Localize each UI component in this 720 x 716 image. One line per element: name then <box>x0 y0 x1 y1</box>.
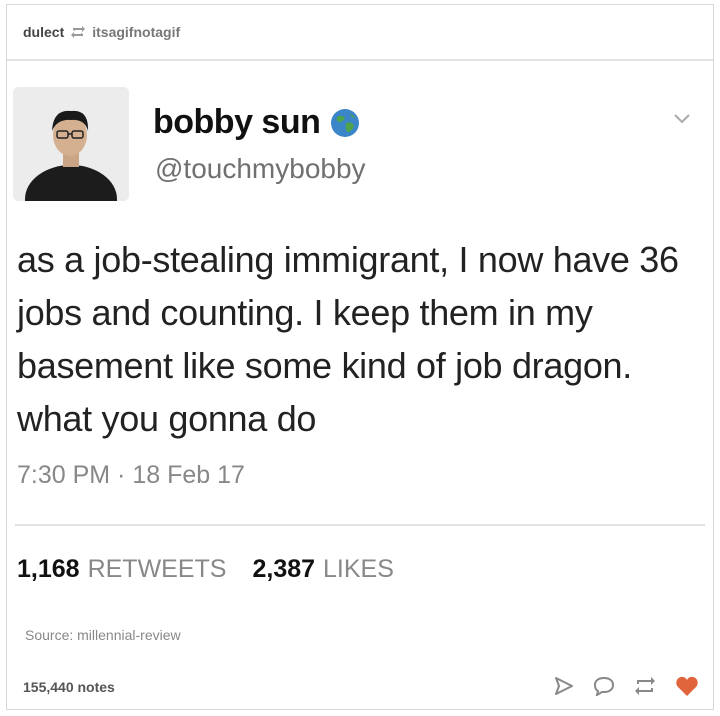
tweet-timestamp[interactable]: 7:30 PM · 18 Feb 17 <box>17 461 245 490</box>
retweets-label: RETWEETS <box>87 555 227 583</box>
tweet-stats: 1,168 RETWEETS 2,387 LIKES <box>17 555 420 584</box>
heart-icon[interactable] <box>675 675 699 697</box>
reblog-header: dulect itsagifnotagif <box>7 5 713 61</box>
reblog-icon[interactable] <box>633 676 657 696</box>
reblog-to-user[interactable]: itsagifnotagif <box>92 24 180 40</box>
tweet-handle[interactable]: @touchmybobby <box>155 153 366 185</box>
likes-label: LIKES <box>323 555 394 583</box>
post-notes[interactable]: 155,440 notes <box>23 679 115 695</box>
post-card: dulect itsagifnotagif bobby sun @touchmy… <box>6 4 714 710</box>
reply-icon[interactable] <box>593 676 615 696</box>
globe-icon <box>330 108 360 138</box>
tweet-text: as a job-stealing immigrant, I now have … <box>17 239 679 439</box>
share-icon[interactable] <box>553 676 575 696</box>
divider <box>15 524 705 526</box>
post-actions <box>535 675 699 697</box>
display-name-text: bobby sun <box>153 103 321 141</box>
retweets-count: 1,168 <box>17 555 80 583</box>
reblog-from-user[interactable]: dulect <box>23 24 64 40</box>
avatar[interactable] <box>13 87 129 201</box>
post-source[interactable]: Source: millennial-review <box>25 627 181 643</box>
tweet-display-name[interactable]: bobby sun <box>153 103 360 142</box>
reblog-icon <box>70 25 86 39</box>
chevron-down-icon[interactable] <box>673 113 691 125</box>
likes-count: 2,387 <box>252 555 316 583</box>
